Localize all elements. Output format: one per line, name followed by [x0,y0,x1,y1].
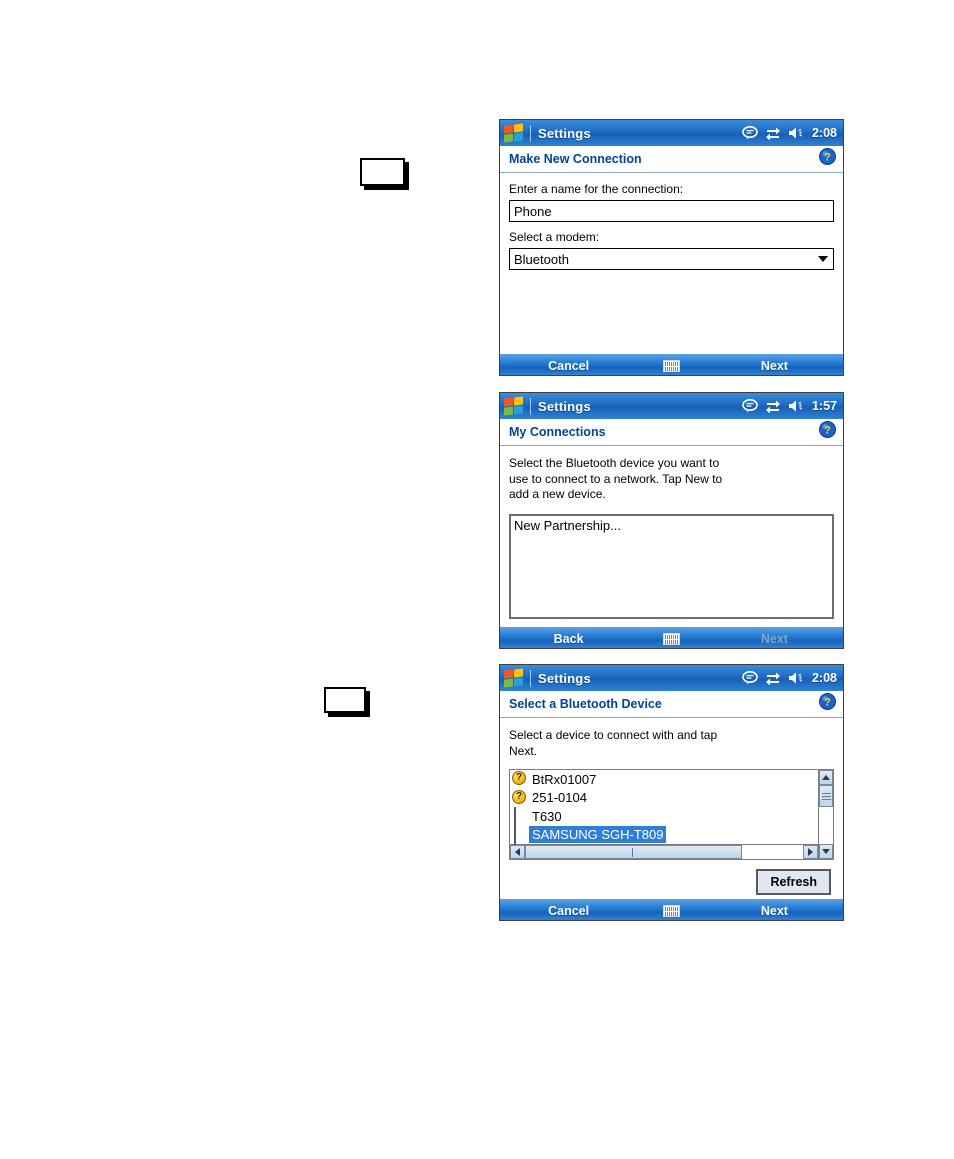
command-bar: Cancel Next [500,898,843,920]
pda-screen-my-connections: Settings 1:57 My Connections ? Select th… [499,392,844,649]
callout-box-1 [360,158,405,186]
cancel-button[interactable]: Cancel [500,904,637,918]
panel-body: Enter a name for the connection: Phone S… [500,173,843,353]
app-title: Settings [538,670,591,686]
modem-value: Bluetooth [514,251,569,267]
windows-flag-icon [503,395,525,416]
scroll-thumb-horizontal[interactable] [525,845,742,859]
volume-icon[interactable] [788,671,805,685]
volume-icon[interactable] [788,399,805,413]
page-header: Select a Bluetooth Device ? [500,691,843,718]
help-icon[interactable]: ? [819,693,836,715]
scroll-down-button[interactable] [819,844,833,859]
clock: 2:08 [811,126,837,140]
page-title: Select a Bluetooth Device [509,697,662,711]
vertical-scrollbar[interactable] [818,770,833,859]
scroll-up-button[interactable] [819,770,833,785]
svg-text:?: ? [824,424,831,436]
panel-body: Select the Bluetooth device you want to … [500,446,843,626]
volume-icon[interactable] [788,126,805,140]
table-row-selected[interactable]: SAMSUNG SGH-T809 [510,825,818,845]
connection-name-input[interactable]: Phone [509,200,834,222]
app-title: Settings [538,398,591,414]
chevron-down-icon[interactable] [813,249,833,269]
help-icon[interactable]: ? [819,148,836,170]
cancel-button[interactable]: Cancel [500,359,637,373]
titlebar-status-icons: 2:08 [742,671,837,685]
titlebar: Settings 2:08 [500,120,843,146]
svg-text:?: ? [824,151,831,163]
command-bar: Cancel Next [500,353,843,375]
phone-device-icon [512,825,527,845]
table-row[interactable]: ? BtRx01007 [510,770,818,789]
svg-text:?: ? [824,696,831,708]
pda-screen-select-bluetooth-device: Settings 2:08 Select a Bluetooth Device … [499,664,844,921]
panel-body: Select a device to connect with and tap … [500,718,843,898]
pda-screen-make-new-connection: Settings 2:08 Make New Connection ? Ente… [499,119,844,376]
page-header: Make New Connection ? [500,146,843,173]
command-bar: Back Next [500,626,843,648]
scroll-track-vertical[interactable] [819,785,833,844]
table-row[interactable]: ? 251-0104 [510,789,818,808]
windows-flag-icon [503,667,525,688]
modem-label: Select a modem: [509,230,600,244]
windows-flag-icon [503,122,525,143]
next-button[interactable]: Next [706,904,843,918]
scroll-right-button[interactable] [803,845,818,859]
connection-name-label: Enter a name for the connection: [509,182,684,196]
table-row[interactable]: T630 [510,807,818,827]
chat-bubble-icon[interactable] [742,126,758,140]
phone-device-icon [512,807,527,827]
titlebar-divider [530,124,531,142]
horizontal-scrollbar[interactable] [510,844,833,859]
connections-listbox[interactable]: New Partnership... [509,513,834,619]
soft-keyboard-icon[interactable] [637,632,706,645]
clock: 2:08 [811,671,837,685]
connection-name-value: Phone [514,203,552,219]
device-name: T630 [532,808,562,824]
connectivity-icon[interactable] [765,126,781,140]
page-title: Make New Connection [509,152,642,166]
clock: 1:57 [811,399,837,413]
next-button[interactable]: Next [706,632,843,646]
connectivity-icon[interactable] [765,671,781,685]
soft-keyboard-icon[interactable] [637,904,706,917]
modem-select[interactable]: Bluetooth [509,248,834,270]
callout-box-2 [324,687,366,713]
connectivity-icon[interactable] [765,399,781,413]
app-title: Settings [538,125,591,141]
device-name: BtRx01007 [532,771,597,787]
chat-bubble-icon[interactable] [742,671,758,685]
titlebar-divider [530,669,531,687]
next-button[interactable]: Next [706,359,843,373]
device-name: 251-0104 [532,790,587,806]
device-name: SAMSUNG SGH-T809 [529,826,667,844]
scroll-left-button[interactable] [510,845,525,859]
scroll-thumb-vertical[interactable] [819,785,833,807]
page-root: Settings 2:08 Make New Connection ? Ente… [0,0,954,1159]
page-header: My Connections ? [500,419,843,446]
unknown-device-icon: ? [512,789,527,806]
titlebar: Settings 1:57 [500,393,843,419]
soft-keyboard-icon[interactable] [637,359,706,372]
titlebar: Settings 2:08 [500,665,843,691]
instructions-text: Select the Bluetooth device you want to … [509,456,723,501]
titlebar-divider [530,397,531,415]
bluetooth-device-list[interactable]: ? BtRx01007 ? 251-0104 T630 SAMSUNG SGH-… [509,769,834,860]
titlebar-status-icons: 2:08 [742,126,837,140]
scroll-track-horizontal[interactable] [525,845,803,859]
page-title: My Connections [509,425,606,439]
help-icon[interactable]: ? [819,421,836,443]
unknown-device-icon: ? [512,771,527,787]
list-item[interactable]: New Partnership... [514,518,829,533]
chat-bubble-icon[interactable] [742,399,758,413]
refresh-button[interactable]: Refresh [756,869,831,895]
titlebar-status-icons: 1:57 [742,399,837,413]
back-button[interactable]: Back [500,632,637,646]
refresh-row: Refresh [509,860,834,895]
device-rows: ? BtRx01007 ? 251-0104 T630 SAMSUNG SGH-… [510,770,833,845]
instructions-text: Select a device to connect with and tap … [509,728,718,758]
